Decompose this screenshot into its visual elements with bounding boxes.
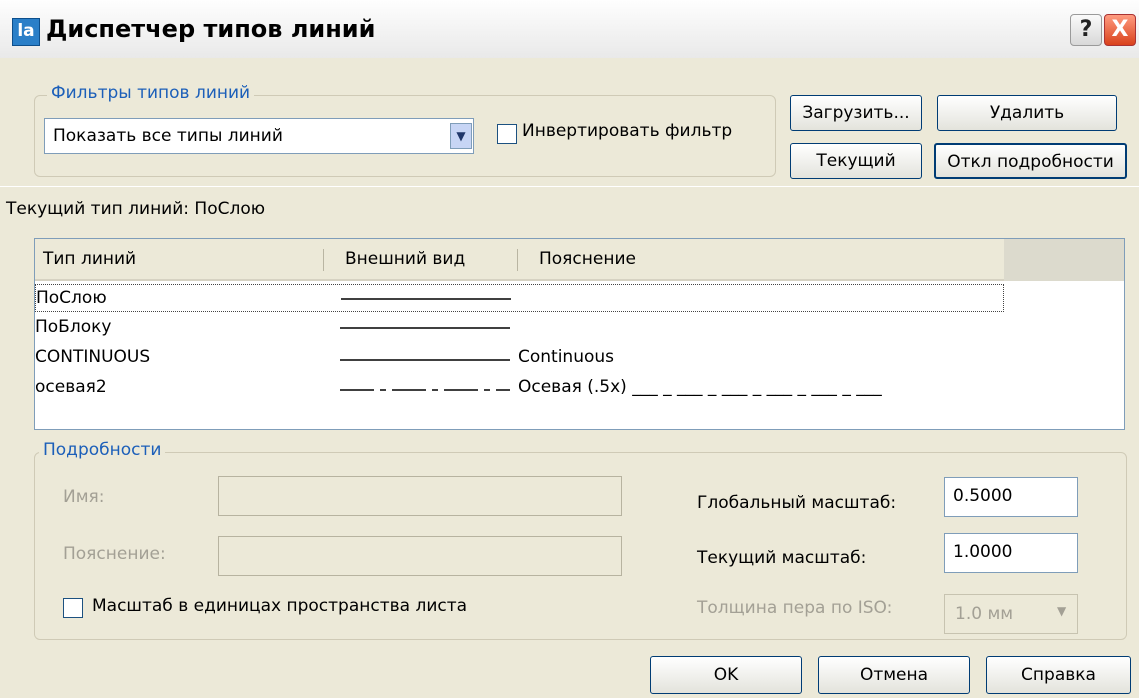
help-title-button[interactable]: ? [1070, 14, 1102, 46]
list-item[interactable]: ПоСлою [35, 284, 1004, 312]
linetype-preview [340, 359, 510, 361]
global-scale-label: Глобальный масштаб: [697, 493, 897, 513]
linetype-name: ПоБлоку [35, 317, 112, 337]
list-item[interactable]: осевая2 Осевая (.5x) ___ _ ___ _ ___ _ _… [35, 374, 1004, 402]
linetype-description: Осевая (.5x) ___ _ ___ _ ___ _ ___ _ ___… [518, 377, 882, 397]
linetype-manager-icon: la [12, 18, 40, 46]
name-label: Имя: [63, 487, 105, 507]
linetype-list[interactable]: Тип линий Внешний вид Пояснение ПоСлою П… [34, 238, 1125, 430]
delete-button[interactable]: Удалить [937, 95, 1117, 131]
cancel-button[interactable]: Отмена [818, 656, 970, 694]
invert-filter-checkbox[interactable] [497, 124, 517, 144]
details-legend: Подробности [39, 440, 166, 460]
name-field [218, 476, 622, 516]
filter-select[interactable]: Показать все типы линий [44, 118, 474, 154]
paper-space-label: Масштаб в единицах пространства листа [92, 596, 468, 616]
linetype-name: CONTINUOUS [35, 347, 151, 367]
current-scale-label: Текущий масштаб: [697, 548, 867, 568]
iso-pen-value: 1.0 мм [955, 604, 1014, 624]
linetype-preview [340, 327, 510, 329]
global-scale-input[interactable]: 0.5000 [944, 477, 1078, 517]
column-divider[interactable] [323, 249, 324, 271]
chevron-down-icon: ▼ [1057, 604, 1067, 618]
current-scale-input[interactable]: 1.0000 [944, 533, 1078, 573]
list-header-filler [1004, 239, 1124, 281]
column-header-linetype[interactable]: Тип линий [43, 249, 136, 269]
linetype-preview [340, 389, 510, 391]
chevron-down-icon[interactable]: ▼ [450, 123, 472, 149]
linetype-preview [341, 298, 511, 300]
description-label: Пояснение: [63, 544, 166, 564]
ok-button[interactable]: OK [650, 656, 802, 694]
column-divider[interactable] [517, 249, 518, 271]
linetype-name: осевая2 [35, 377, 107, 397]
list-item[interactable]: CONTINUOUS Continuous [35, 344, 1004, 372]
current-linetype-status: Текущий тип линий: ПоСлою [0, 186, 1139, 228]
iso-pen-label: Толщина пера по ISO: [697, 598, 893, 618]
filters-legend: Фильтры типов линий [47, 83, 255, 103]
paper-space-checkbox[interactable] [63, 598, 83, 618]
window-title: Диспетчер типов линий [46, 15, 376, 43]
filter-select-value: Показать все типы линий [53, 126, 283, 146]
linetype-manager-dialog: la Диспетчер типов линий ? X Фильтры тип… [0, 0, 1139, 698]
column-header-appearance[interactable]: Внешний вид [345, 249, 465, 269]
load-button[interactable]: Загрузить... [790, 95, 922, 131]
set-current-button[interactable]: Текущий [790, 143, 922, 179]
toggle-details-button[interactable]: Откл подробности [934, 143, 1127, 179]
linetype-name: ПоСлою [36, 288, 107, 308]
column-header-description[interactable]: Пояснение [539, 249, 636, 269]
description-field [218, 536, 622, 576]
close-button[interactable]: X [1104, 14, 1136, 46]
help-button[interactable]: Справка [986, 656, 1131, 694]
title-bar[interactable]: la Диспетчер типов линий ? X [0, 0, 1139, 58]
invert-filter-label: Инвертировать фильтр [522, 121, 733, 141]
linetype-description: Continuous [518, 347, 615, 367]
list-header: Тип линий Внешний вид Пояснение [35, 239, 1004, 281]
list-item[interactable]: ПоБлоку [35, 314, 1004, 342]
iso-pen-select: 1.0 мм ▼ [944, 594, 1078, 634]
